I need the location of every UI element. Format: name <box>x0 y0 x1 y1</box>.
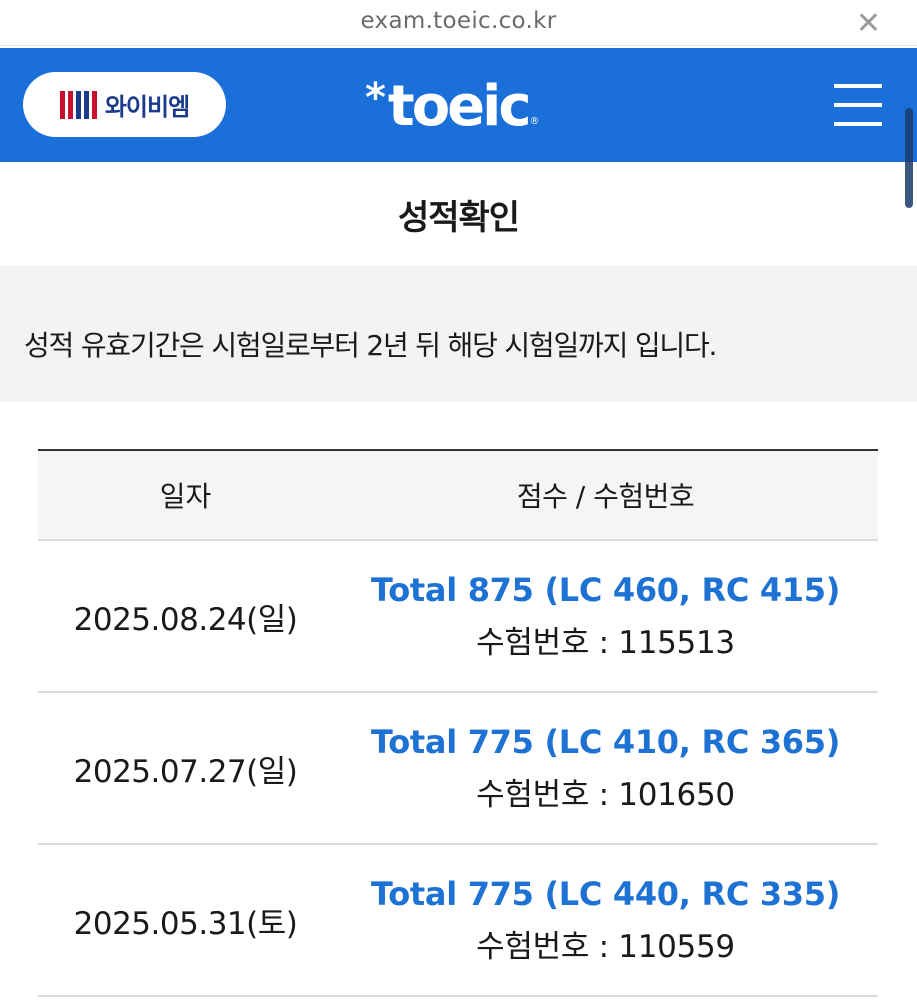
url-text[interactable]: exam.toeic.co.kr <box>0 8 917 34</box>
ybm-logo-button[interactable]: 와이비엠 <box>23 72 226 137</box>
exam-date: 2025.08.24(일) <box>73 601 298 638</box>
toeic-logo[interactable]: * toeic ® <box>365 72 540 142</box>
exam-number: 수험번호 : 110559 <box>476 928 735 965</box>
exam-number: 수험번호 : 101650 <box>476 776 735 813</box>
toeic-logo-star-icon: * <box>365 75 386 121</box>
ybm-brand-label: 와이비엠 <box>104 93 190 121</box>
page-title: 성적확인 <box>397 198 520 238</box>
table-header: 일자 점수 / 수험번호 <box>38 451 878 541</box>
ybm-logo-icon <box>59 90 97 119</box>
toeic-logo-text: toeic <box>387 74 532 139</box>
site-header: 와이비엠 * toeic ® <box>0 48 917 208</box>
table-row: 2025.05.31(토) Total 775 (LC 440, RC 335)… <box>38 845 878 997</box>
browser-url-bar: exam.toeic.co.kr ✕ <box>0 0 917 46</box>
score-cell: Total 875 (LC 460, RC 415) 수험번호 : 115513 <box>333 571 878 662</box>
registered-mark-icon: ® <box>529 116 540 127</box>
hamburger-menu-icon[interactable] <box>834 84 882 126</box>
score-table: 일자 점수 / 수험번호 2025.08.24(일) Total 875 (LC… <box>38 449 878 997</box>
table-row: 2025.08.24(일) Total 875 (LC 460, RC 415)… <box>38 541 878 693</box>
exam-date: 2025.05.31(토) <box>73 905 298 942</box>
column-header-score: 점수 / 수험번호 <box>516 480 695 513</box>
score-total-link[interactable]: Total 775 (LC 440, RC 335) <box>333 875 878 913</box>
exam-date: 2025.07.27(일) <box>73 753 298 790</box>
score-cell: Total 775 (LC 440, RC 335) 수험번호 : 110559 <box>333 875 878 966</box>
score-cell: Total 775 (LC 410, RC 365) 수험번호 : 101650 <box>333 723 878 814</box>
table-row: 2025.07.27(일) Total 775 (LC 410, RC 365)… <box>38 693 878 845</box>
exam-number: 수험번호 : 115513 <box>476 624 735 661</box>
score-total-link[interactable]: Total 875 (LC 460, RC 415) <box>333 571 878 609</box>
close-icon[interactable]: ✕ <box>856 6 881 41</box>
validity-notice-text: 성적 유효기간은 시험일로부터 2년 뒤 해당 시험일까지 입니다. <box>24 329 717 362</box>
validity-notice: 성적 유효기간은 시험일로부터 2년 뒤 해당 시험일까지 입니다. <box>0 266 917 402</box>
column-header-date: 일자 <box>159 480 212 513</box>
score-total-link[interactable]: Total 775 (LC 410, RC 365) <box>333 723 878 761</box>
